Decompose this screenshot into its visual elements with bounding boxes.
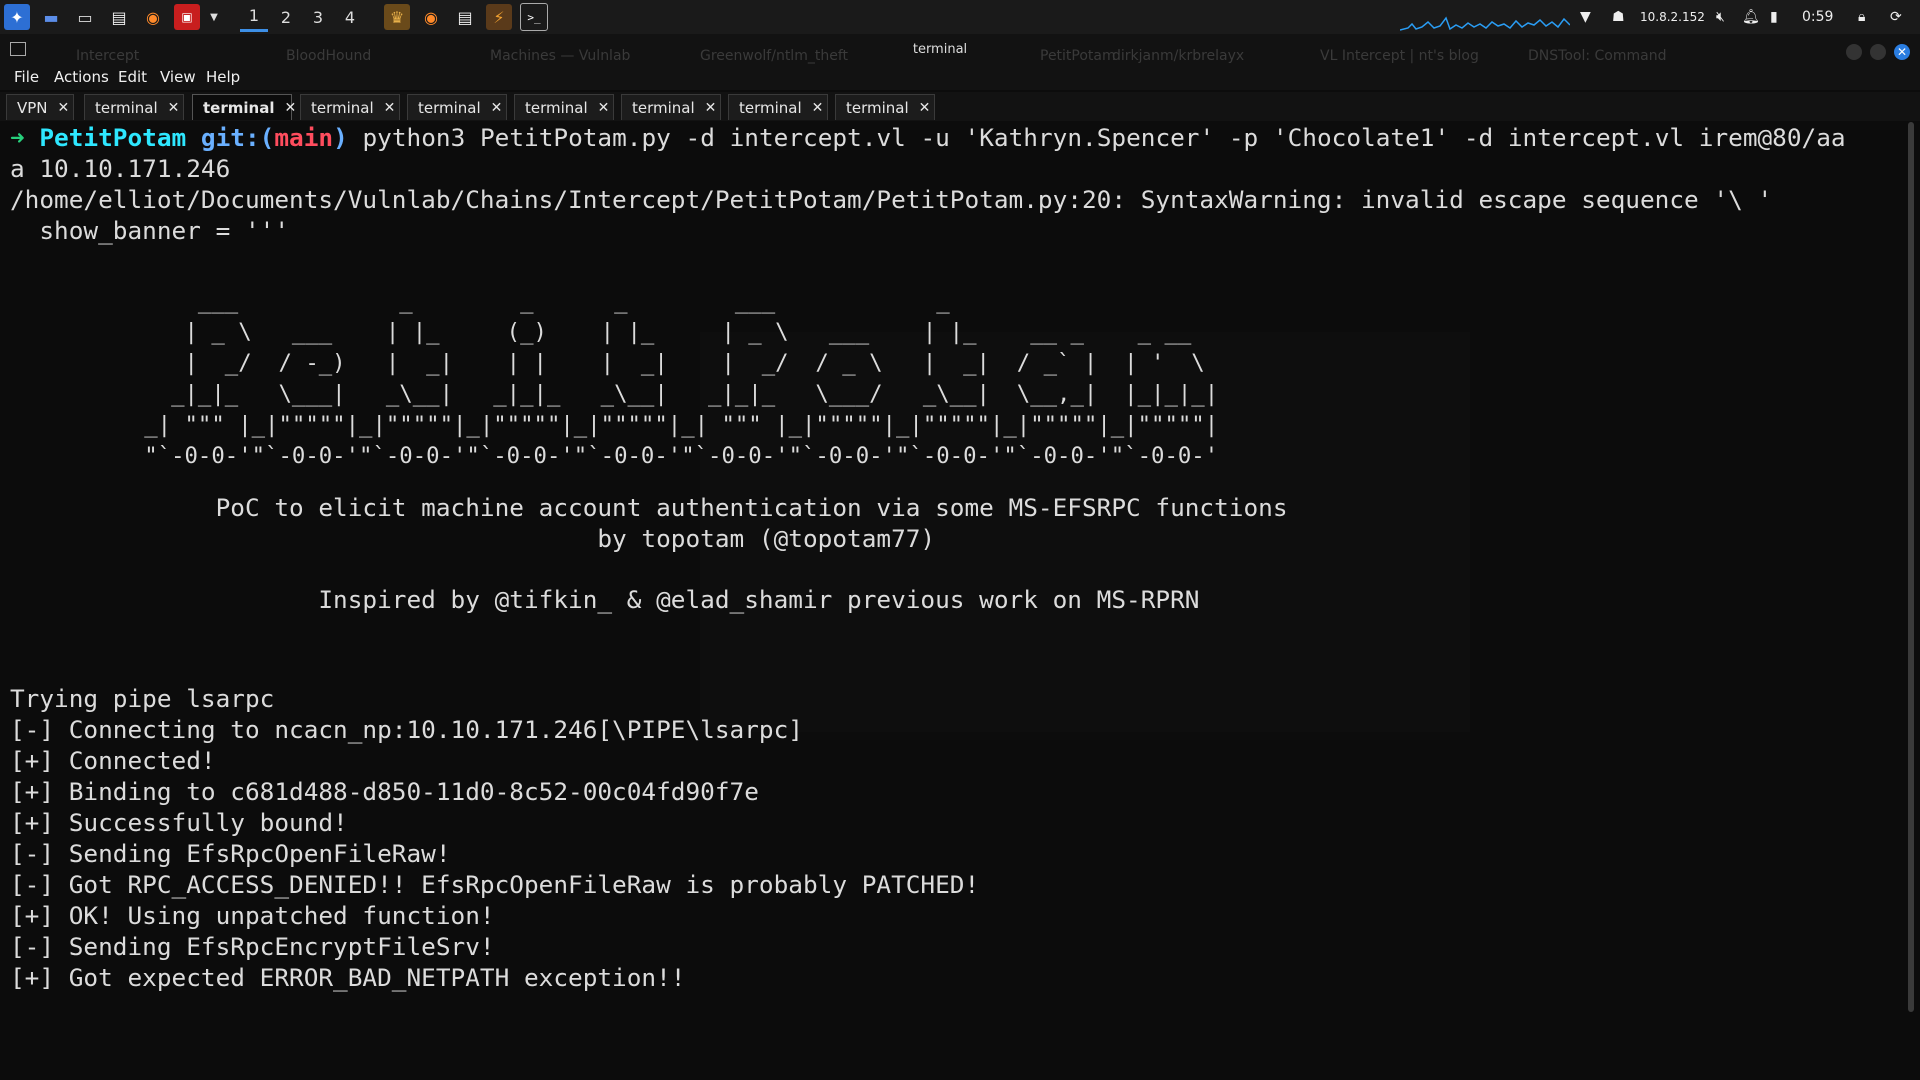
output-line: [+] Successfully bound! [10,808,348,837]
show-desktop-icon[interactable]: ▬ [38,4,64,30]
vpn-ip: 10.8.2.152 [1640,10,1705,24]
close-icon[interactable]: ✕ [168,100,180,116]
banner-description: PoC to elicit machine account authentica… [10,493,1288,522]
workspace-4[interactable]: 4 [336,2,364,32]
close-icon[interactable]: ✕ [58,100,70,116]
output-line: [-] Sending EfsRpcOpenFileRaw! [10,839,451,868]
editor-window-icon[interactable]: ▤ [452,4,478,30]
wifi-icon[interactable]: ▼ [1580,0,1591,34]
tab-label: terminal [418,98,481,117]
lock-icon[interactable]: 🔒︎ [1858,0,1865,34]
menu-edit[interactable]: Edit [118,68,147,86]
file-manager-icon[interactable]: ▭ [72,4,98,30]
menu-bar: File Actions Edit View Help [0,66,1920,90]
close-window-button[interactable]: ✕ [1894,44,1910,60]
battery-icon[interactable]: ▮ [1770,0,1778,34]
kali-menu-icon[interactable]: ✦ [4,4,30,30]
banner-credits: Inspired by @tifkin_ & @elad_shamir prev… [10,585,1200,614]
vpn-icon[interactable]: ☗ [1612,0,1625,34]
close-icon[interactable]: ✕ [598,100,610,116]
output-line: [-] Got RPC_ACCESS_DENIED!! EfsRpcOpenFi… [10,870,980,899]
close-icon[interactable]: ✕ [491,100,503,116]
prompt-arrow: ➜ [10,123,25,152]
tab-terminal[interactable]: terminal ✕ [300,94,400,120]
syntax-warning: /home/elliot/Documents/Vulnlab/Chains/In… [10,185,1773,214]
chevron-down-icon[interactable]: ▼ [208,4,220,30]
output-line: [+] Connected! [10,746,216,775]
menu-view[interactable]: View [160,68,196,86]
prompt-git: git:( [200,123,275,152]
tab-terminal-active[interactable]: terminal ✕ [192,94,296,120]
close-icon[interactable]: ✕ [705,100,717,116]
output-line: [+] Got expected ERROR_BAD_NETPATH excep… [10,963,686,992]
tab-label: terminal [846,98,909,117]
terminal-scrollbar[interactable] [1908,122,1914,1012]
maximize-button[interactable] [1870,44,1886,60]
prompt-git-close: ) [333,123,348,152]
ascii-banner-line: "`-0-0-'"`-0-0-'"`-0-0-'"`-0-0-'"`-0-0-'… [10,443,1232,469]
close-icon[interactable]: ✕ [384,100,396,116]
workspace-2[interactable]: 2 [272,2,300,32]
tab-label: terminal [95,98,158,117]
close-icon[interactable]: ✕ [812,100,824,116]
menu-help[interactable]: Help [206,68,240,86]
menu-file[interactable]: File [14,68,39,86]
tab-label: VPN [17,98,48,117]
tab-label: terminal [203,98,275,117]
window-titlebar: Intercept BloodHound Machines — Vulnlab … [0,34,1920,66]
tab-label: terminal [739,98,802,117]
window-title: terminal [912,42,968,57]
command-wrap: a 10.10.171.246 [10,154,231,183]
tab-vpn[interactable]: VPN ✕ [6,94,74,120]
output-line: [-] Connecting to ncacn_np:10.10.171.246… [10,715,803,744]
firefox-icon[interactable]: ◉ [140,4,166,30]
prompt-directory: PetitPotam [39,123,187,152]
taskbar: ✦ ▬ ▭ ▤ ◉ ▣ ▼ 1 2 3 4 ♛ ◉ ▤ ⚡ >_ ▼ ☗ 10.… [0,0,1920,35]
notification-bell-icon[interactable]: 🔔︎ [1742,0,1760,34]
tab-terminal[interactable]: terminal ✕ [514,94,614,120]
terminal-window-icon[interactable]: >_ [520,3,548,31]
prompt-branch: main [274,123,334,152]
close-icon[interactable]: ✕ [919,100,931,116]
mute-icon[interactable]: 🔇︎ [1716,0,1725,34]
workspace-1[interactable]: 1 [240,2,268,32]
tab-label: terminal [525,98,588,117]
command-text: python3 PetitPotam.py -d intercept.vl -u… [362,123,1846,152]
menu-actions[interactable]: Actions [54,68,109,86]
network-graph [1400,16,1570,31]
banner-author: by topotam (@topotam77) [10,524,936,553]
tab-label: terminal [632,98,695,117]
tab-terminal[interactable]: terminal ✕ [621,94,721,120]
workspace-3[interactable]: 3 [304,2,332,32]
ascii-banner-line: ___ _ _ _ ___ _ [10,288,1232,314]
output-line: Trying pipe lsarpc [10,684,275,713]
tab-terminal[interactable]: terminal ✕ [835,94,935,120]
ascii-banner-line: | _ \ ___ | |_ (_) | |_ | _ \ ___ | |_ _… [10,319,1232,345]
burp-window-icon[interactable]: ⚡ [486,4,512,30]
tab-label: terminal [311,98,374,117]
ascii-banner-line: | _/ / -_) | _| | | | _| | _/ / _ \ | _|… [10,350,1232,376]
power-icon[interactable]: ⟳ [1890,0,1902,34]
tab-terminal[interactable]: terminal ✕ [84,94,184,120]
terminal-output[interactable]: ➜ PetitPotam git:(main) python3 PetitPot… [0,122,1900,1080]
minimize-button[interactable] [1846,44,1862,60]
tab-terminal[interactable]: terminal ✕ [407,94,507,120]
prompt-line: ➜ PetitPotam git:(main) python3 PetitPot… [10,122,1846,153]
output-line: [-] Sending EfsRpcEncryptFileSrv! [10,932,495,961]
firefox-window-icon[interactable]: ◉ [418,4,444,30]
text-editor-icon[interactable]: ▤ [106,4,132,30]
tab-terminal[interactable]: terminal ✕ [728,94,828,120]
ascii-banner-line: _| """ |_|"""""|_|"""""|_|"""""|_|"""""|… [10,412,1232,438]
clock: 0:59 [1802,9,1834,25]
ascii-banner-line: _|_|_ \___| _\__| _|_|_ _\__| _|_|_ \___… [10,381,1232,407]
close-icon[interactable]: ✕ [284,100,296,116]
syntax-warning-source: show_banner = ''' [10,216,290,245]
terminal-launcher-icon[interactable]: ▣ [174,4,200,30]
output-line: [+] Binding to c681d488-d850-11d0-8c52-0… [10,777,759,806]
app-window-icon[interactable]: ♛ [384,4,410,30]
output-line: [+] OK! Using unpatched function! [10,901,495,930]
terminal-tab-bar: VPN ✕ terminal ✕ terminal ✕ terminal ✕ termi… [0,92,1920,121]
